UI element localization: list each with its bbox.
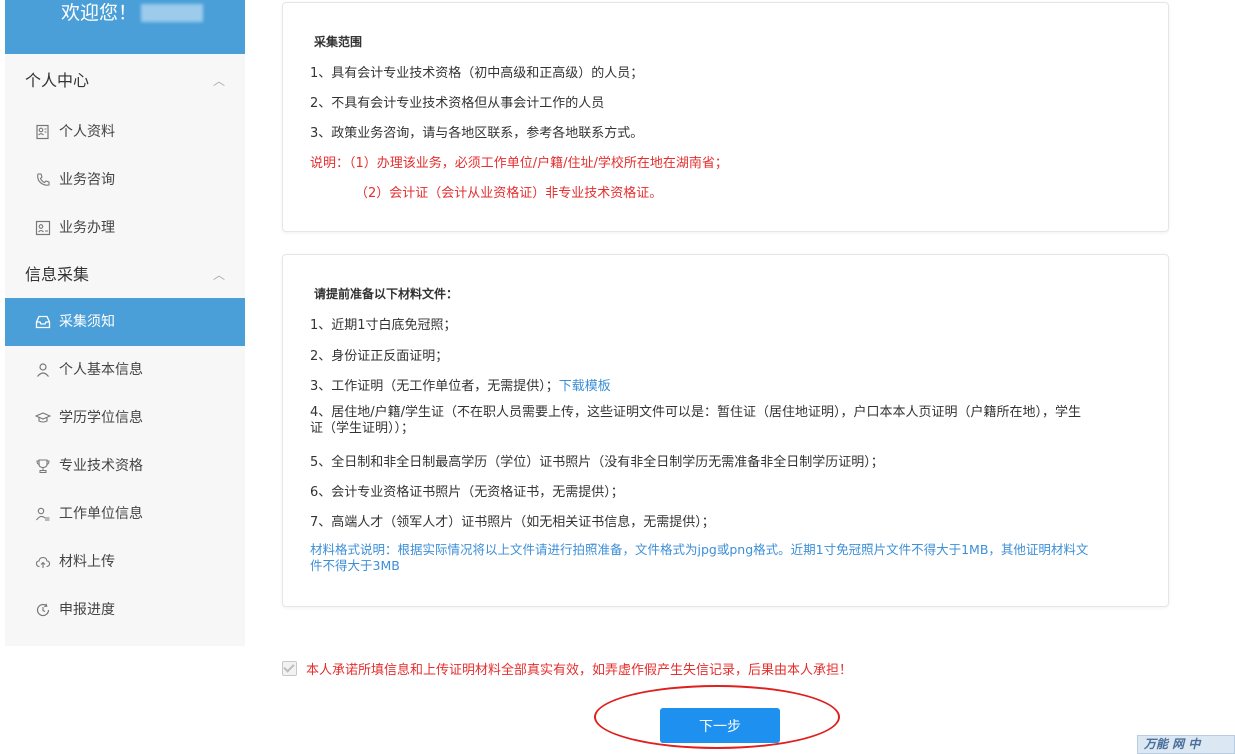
group-title: 信息采集 xyxy=(25,265,90,284)
sidebar-item-label: 专业技术资格 xyxy=(59,458,143,474)
sidebar-item-label: 业务办理 xyxy=(59,220,115,236)
materials-item-1: 1、近期1寸白底免冠照； xyxy=(310,318,457,333)
scope-line-2: 2、不具有会计专业技术资格但从事会计工作的人员 xyxy=(310,96,605,111)
scope-note-1: 说明：（1）办理该业务，必须工作单位/户籍/住址/学校所在地在湖南省； xyxy=(310,156,728,171)
phone-icon xyxy=(37,173,50,186)
sidebar-item-label: 材料上传 xyxy=(59,554,115,570)
id-card-icon xyxy=(36,124,49,140)
format-note: 材料格式说明：根据实际情况将以上文件请进行拍照准备，文件格式为jpg或png格式… xyxy=(310,542,1089,573)
user-list-icon xyxy=(36,507,50,521)
materials-item-3: 3、工作证明（无工作单位者，无需提供）；下载模板 xyxy=(310,375,611,394)
download-template-link[interactable]: 下载模板 xyxy=(559,379,611,394)
scope-line-1: 1、具有会计专业技术资格（初中高级和正高级）的人员； xyxy=(310,66,644,81)
sidebar-item-basic-info[interactable]: 个人基本信息 xyxy=(5,346,245,394)
agreement-text: 本人承诺所填信息和上传证明材料全部真实有效，如弄虚作假产生失信记录，后果由本人承… xyxy=(306,663,853,678)
materials-item-4: 4、居住地/户籍/学生证（不在职人员需要上传，这些证明文件可以是：暂住证（居住地… xyxy=(310,405,1082,436)
materials-item-7: 7、高端人才（领军人才）证书照片（如无相关证书信息，无需提供）； xyxy=(310,515,715,530)
agreement-row: 本人承诺所填信息和上传证明材料全部真实有效，如弄虚作假产生失信记录，后果由本人承… xyxy=(282,659,852,678)
group-personal-center[interactable]: 个人中心 ︿ xyxy=(5,54,245,108)
next-step-button[interactable]: 下一步 xyxy=(660,708,780,743)
materials-item-2: 2、身份证正反面证明； xyxy=(310,349,449,364)
graduation-cap-icon xyxy=(35,412,51,423)
welcome-text: 欢迎您！ xyxy=(61,2,138,24)
sidebar-item-education[interactable]: 学历学位信息 xyxy=(5,394,245,442)
group-title: 个人中心 xyxy=(25,71,90,90)
chevron-up-icon: ︿ xyxy=(212,74,225,88)
sidebar-item-label: 个人资料 xyxy=(59,124,115,140)
sidebar-item-consult[interactable]: 业务咨询 xyxy=(5,156,245,204)
sidebar-item-progress[interactable]: 申报进度 xyxy=(5,586,245,634)
sidebar-item-upload[interactable]: 材料上传 xyxy=(5,538,245,586)
agreement-checkbox[interactable] xyxy=(282,661,297,676)
sidebar-item-label: 业务咨询 xyxy=(59,172,115,188)
materials-title: 请提前准备以下材料文件： xyxy=(314,287,459,301)
cloud-upload-icon xyxy=(35,556,51,568)
inbox-icon xyxy=(35,315,51,329)
sidebar-item-qualification[interactable]: 专业技术资格 xyxy=(5,442,245,490)
welcome-banner: 欢迎您！ xyxy=(5,0,245,54)
scope-line-3: 3、政策业务咨询，请与各地区联系，参考各地联系方式。 xyxy=(310,126,644,141)
user-icon xyxy=(37,363,49,377)
materials-panel: 请提前准备以下材料文件： 1、近期1寸白底免冠照； 2、身份证正反面证明； 3、… xyxy=(282,254,1169,607)
sidebar-item-label: 采集须知 xyxy=(59,314,115,330)
sidebar-item-label: 个人基本信息 xyxy=(59,362,143,378)
chevron-up-icon: ︿ xyxy=(212,268,225,282)
refresh-clock-icon xyxy=(36,603,50,617)
scope-panel: 采集范围 1、具有会计专业技术资格（初中高级和正高级）的人员； 2、不具有会计专… xyxy=(282,2,1169,232)
sidebar-item-label: 学历学位信息 xyxy=(59,410,143,426)
sidebar-item-employer[interactable]: 工作单位信息 xyxy=(5,490,245,538)
sidebar-item-label: 申报进度 xyxy=(59,602,115,618)
materials-item-6: 6、会计专业资格证书照片（无资格证书，无需提供）； xyxy=(310,485,624,500)
sidebar-item-notice[interactable]: 采集须知 xyxy=(5,298,245,346)
sidebar: 欢迎您！ 个人中心 ︿ 个人资料 业务咨询 业务办理 信息采集 ︿ 采集须知 个… xyxy=(5,0,245,646)
materials-item-3-text: 3、工作证明（无工作单位者，无需提供）； xyxy=(310,379,559,394)
username-blurred xyxy=(141,4,204,22)
trophy-icon xyxy=(36,459,50,473)
scope-title: 采集范围 xyxy=(314,35,363,49)
sidebar-item-handle[interactable]: 业务办理 xyxy=(5,204,245,252)
sidebar-item-profile[interactable]: 个人资料 xyxy=(5,108,245,156)
scope-note-2: （2）会计证（会计从业资格证）非专业技术资格证。 xyxy=(355,186,663,201)
document-user-icon xyxy=(35,220,51,236)
sidebar-item-label: 工作单位信息 xyxy=(59,506,143,522)
watermark: 万能 网 中 xyxy=(1137,735,1235,754)
group-info-collect[interactable]: 信息采集 ︿ xyxy=(5,252,245,298)
materials-item-5: 5、全日制和非全日制最高学历（学位）证书照片（没有非全日制学历无需准备非全日制学… xyxy=(310,455,884,470)
